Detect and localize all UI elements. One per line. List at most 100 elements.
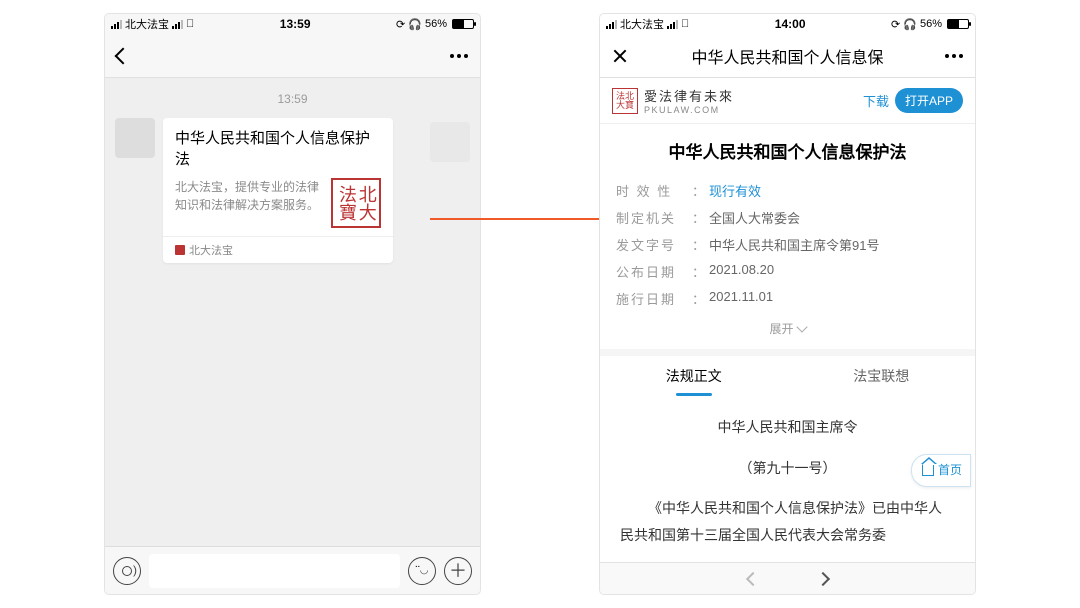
card-desc: 北大法宝，提供专业的法律知识和法律解决方案服务。 xyxy=(175,178,323,214)
headset-icon: 🎧 xyxy=(408,18,422,31)
signal-icon xyxy=(606,20,617,29)
nav-forward-button[interactable] xyxy=(815,572,829,586)
meta-sep: ： xyxy=(692,289,705,308)
back-button[interactable] xyxy=(117,50,161,62)
battery-icon xyxy=(452,19,474,29)
tab-related[interactable]: 法宝联想 xyxy=(788,356,976,396)
add-button[interactable]: ＋ xyxy=(444,557,472,585)
meta-label: 时 效 性 xyxy=(616,181,688,200)
emoji-button[interactable]: ¨ xyxy=(408,557,436,585)
meta-value: 中华人民共和国主席令第91号 xyxy=(709,235,879,254)
brand-seal-icon: 法北大寶 xyxy=(612,88,638,114)
meta-value: 2021.08.20 xyxy=(709,262,774,281)
message-input[interactable] xyxy=(149,554,400,588)
webview-navbar: 中华人民共和国个人信息保 xyxy=(600,34,975,78)
carrier-label: 北大法宝 xyxy=(125,16,169,32)
tabs: 法规正文 法宝联想 xyxy=(600,356,975,396)
arrow-icon xyxy=(430,218,610,220)
close-icon xyxy=(612,48,628,64)
meta-label: 施行日期 xyxy=(616,289,688,308)
meta-row: 施行日期：2021.11.01 xyxy=(616,285,959,312)
link-card[interactable]: 中华人民共和国个人信息保护法 北大法宝，提供专业的法律知识和法律解决方案服务。 … xyxy=(163,118,393,263)
chat-navbar xyxy=(105,34,480,78)
doc-content[interactable]: 中华人民共和国主席令 （第九十一号） 《中华人民共和国个人信息保护法》已由中华人… xyxy=(600,396,975,562)
doc-title: 中华人民共和国个人信息保护法 xyxy=(616,138,959,163)
meta-sep: ： xyxy=(692,235,705,254)
battery-icon xyxy=(947,19,969,29)
signal-icon-2 xyxy=(172,20,183,29)
page-title: 中华人民共和国个人信息保 xyxy=(656,44,919,68)
chat-body[interactable]: 13:59 中华人民共和国个人信息保护法 北大法宝，提供专业的法律知识和法律解决… xyxy=(105,78,480,546)
doc-meta: 中华人民共和国个人信息保护法 时 效 性：现行有效制定机关：全国人大常委会发文字… xyxy=(600,124,975,349)
meta-row: 制定机关：全国人大常委会 xyxy=(616,204,959,231)
wifi-icon: 􀙇 xyxy=(681,18,689,30)
headset-icon: 🎧 xyxy=(903,18,917,31)
expand-label: 展开 xyxy=(769,320,793,337)
sync-icon: ⟳ xyxy=(891,18,900,31)
chevron-down-icon xyxy=(796,321,807,332)
card-title: 中华人民共和国个人信息保护法 xyxy=(163,118,393,174)
law-detail-screen: 北大法宝 􀙇 14:00 ⟳ 🎧 56% 中华人民共和国个人信息保 法北大寶 xyxy=(600,14,975,594)
download-link[interactable]: 下载 xyxy=(863,91,889,110)
source-label: 北大法宝 xyxy=(189,242,233,258)
voice-button[interactable] xyxy=(113,557,141,585)
tab-label: 法规正文 xyxy=(666,368,722,384)
tab-label: 法宝联想 xyxy=(853,368,909,384)
content-heading: 中华人民共和国主席令 xyxy=(620,414,955,441)
close-button[interactable] xyxy=(612,48,656,64)
app-banner: 法北大寶 愛法律有未來 PKULAW.COM 下载 打开APP xyxy=(600,78,975,124)
meta-sep: ： xyxy=(692,181,705,200)
bottom-nav xyxy=(600,562,975,594)
chat-input-bar: ¨ ＋ xyxy=(105,546,480,594)
nav-back-button[interactable] xyxy=(745,572,759,586)
smile-icon: ¨ xyxy=(415,563,428,578)
open-app-button[interactable]: 打开APP xyxy=(895,88,963,113)
meta-value: 全国人大常委会 xyxy=(709,208,800,227)
meta-value[interactable]: 现行有效 xyxy=(709,181,761,200)
home-icon xyxy=(922,464,934,476)
more-icon xyxy=(450,54,468,58)
meta-sep: ： xyxy=(692,262,705,281)
meta-row: 发文字号：中华人民共和国主席令第91号 xyxy=(616,231,959,258)
more-button[interactable] xyxy=(919,54,963,58)
brand-en: PKULAW.COM xyxy=(644,105,734,115)
card-source: 北大法宝 xyxy=(163,236,393,263)
sync-icon: ⟳ xyxy=(396,18,405,31)
meta-label: 制定机关 xyxy=(616,208,688,227)
meta-label: 发文字号 xyxy=(616,235,688,254)
signal-icon xyxy=(111,20,122,29)
source-icon xyxy=(175,245,185,255)
battery-pct: 56% xyxy=(920,18,942,30)
expand-button[interactable]: 展开 xyxy=(616,312,959,341)
meta-row: 公布日期：2021.08.20 xyxy=(616,258,959,285)
status-time: 13:59 xyxy=(280,17,311,31)
content-subheading: （第九十一号） xyxy=(620,455,955,482)
divider xyxy=(600,349,975,356)
page-body[interactable]: 法北大寶 愛法律有未來 PKULAW.COM 下载 打开APP 中华人民共和国个… xyxy=(600,78,975,594)
brand: 法北大寶 愛法律有未來 PKULAW.COM xyxy=(612,86,734,115)
chat-screen: 北大法宝 􀙇 13:59 ⟳ 🎧 56% 13:59 中华人民共和国个人信 xyxy=(105,14,480,594)
plus-icon: ＋ xyxy=(449,562,467,580)
meta-row: 时 效 性：现行有效 xyxy=(616,177,959,204)
message-time: 13:59 xyxy=(105,92,480,106)
more-icon xyxy=(945,54,963,58)
more-button[interactable] xyxy=(424,54,468,58)
status-bar: 北大法宝 􀙇 14:00 ⟳ 🎧 56% xyxy=(600,14,975,34)
seal-icon: 北大法寶 xyxy=(331,178,381,228)
status-bar: 北大法宝 􀙇 13:59 ⟳ 🎧 56% xyxy=(105,14,480,34)
own-avatar xyxy=(430,122,470,162)
meta-value: 2021.11.01 xyxy=(709,289,773,308)
carrier-label: 北大法宝 xyxy=(620,16,664,32)
home-fab[interactable]: 首页 xyxy=(911,454,971,487)
meta-label: 公布日期 xyxy=(616,262,688,281)
brand-cn: 愛法律有未來 xyxy=(644,86,734,105)
voice-icon xyxy=(122,566,132,576)
chevron-left-icon xyxy=(115,47,132,64)
battery-pct: 56% xyxy=(425,18,447,30)
tab-fulltext[interactable]: 法规正文 xyxy=(600,356,788,396)
wifi-icon: 􀙇 xyxy=(186,18,194,30)
signal-icon-2 xyxy=(667,20,678,29)
home-label: 首页 xyxy=(938,459,962,482)
avatar[interactable] xyxy=(115,118,155,158)
content-body: 《中华人民共和国个人信息保护法》已由中华人民共和国第十三届全国人民代表大会常务委 xyxy=(620,495,955,548)
